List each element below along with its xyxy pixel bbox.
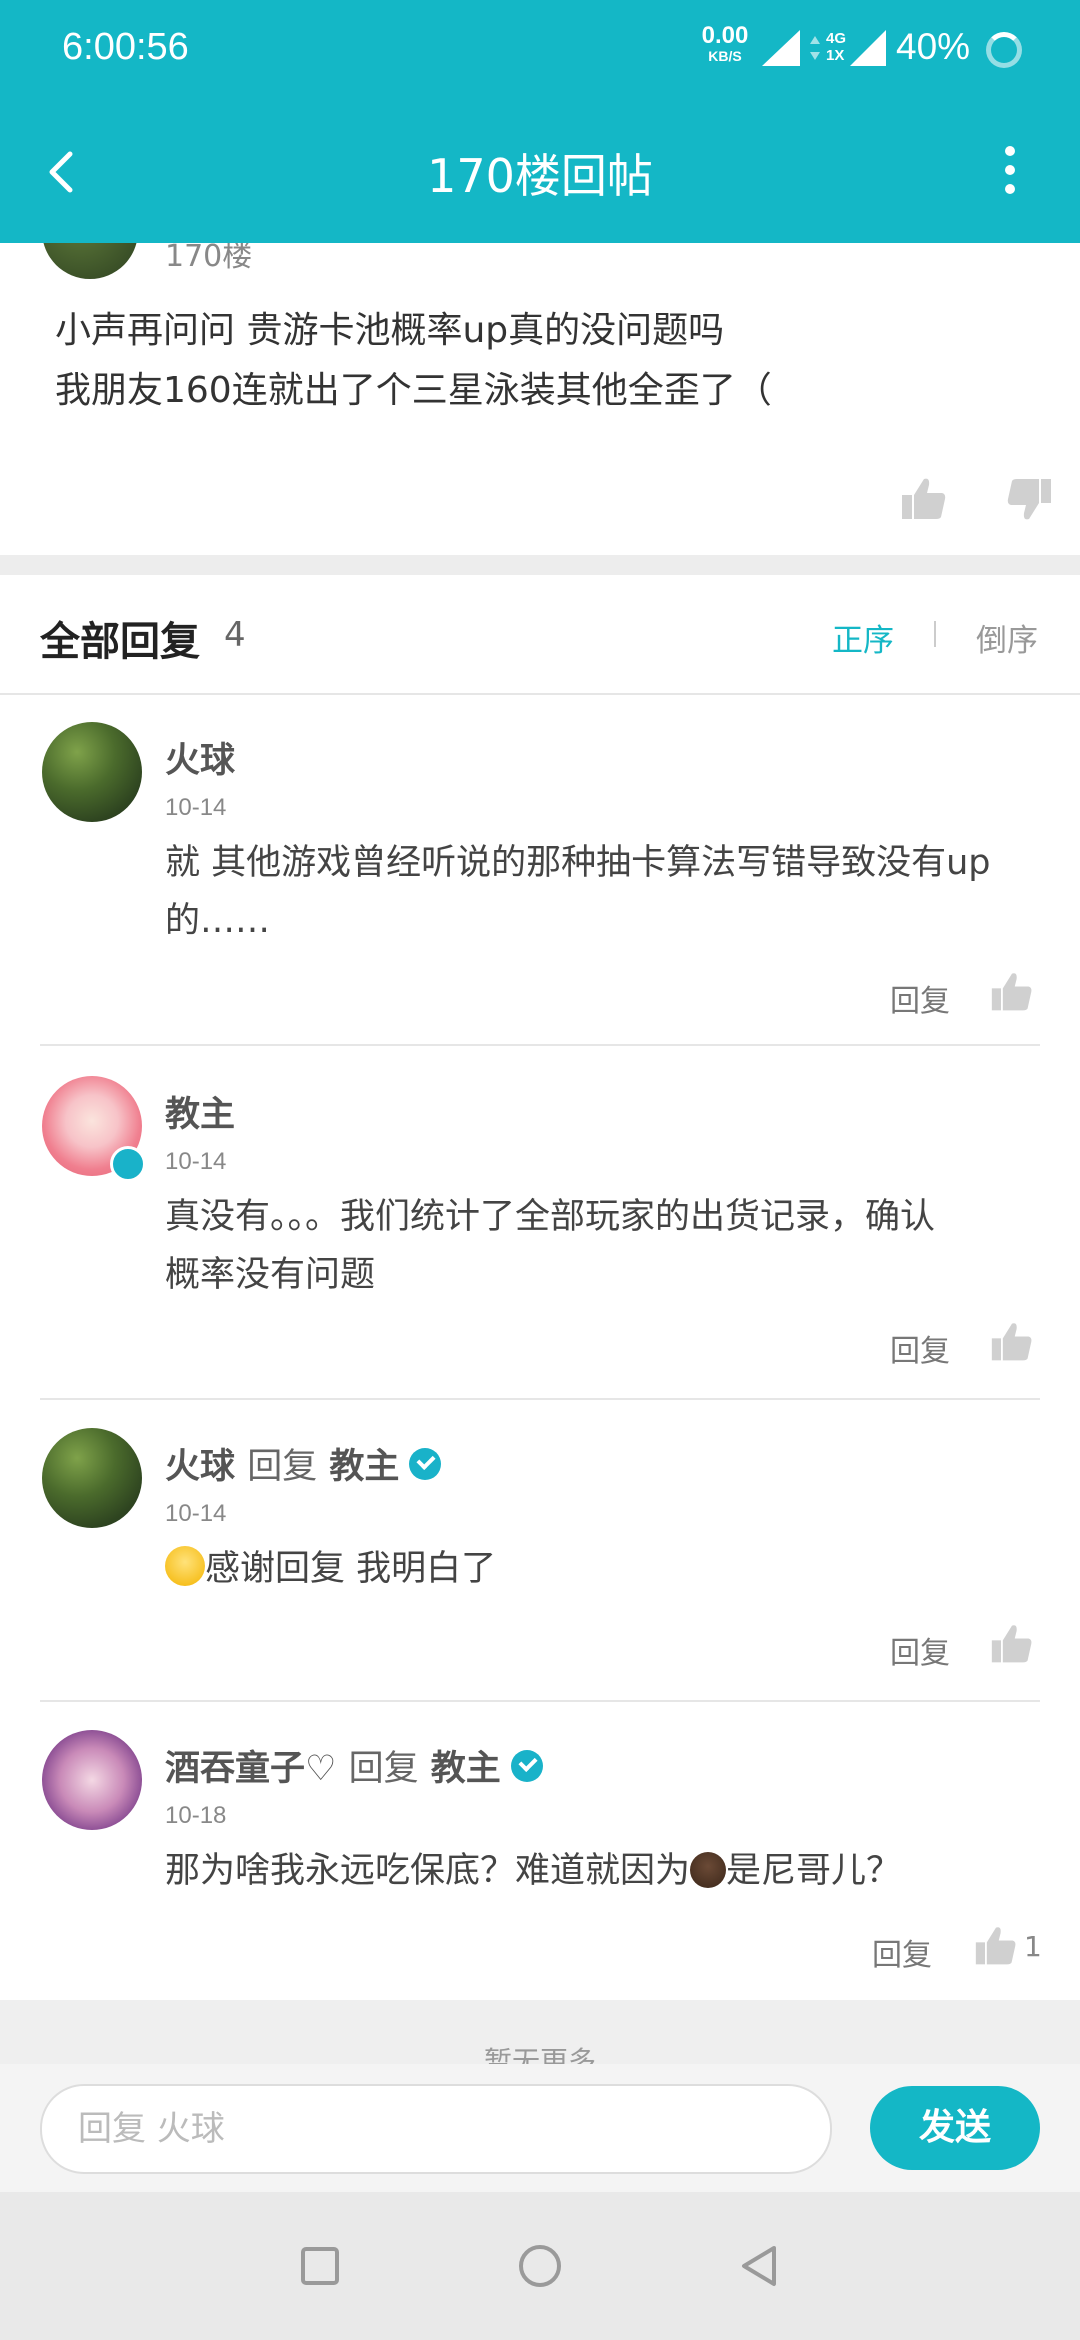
reply-item: 教主 10-14 真没有。。。我们统计了全部玩家的出货记录，确认 概率没有问题 … [0, 1076, 1080, 1400]
reply-content: 那为啥我永远吃保底？难道就因为 是尼哥儿？ [165, 1851, 902, 1891]
reply-date: 10-14 [165, 1500, 227, 1527]
reply-input-bar: 发送 [0, 2064, 1080, 2192]
signal-icon-2 [850, 30, 886, 66]
reply-item: 火球 10-14 就 其他游戏曾经听说的那种抽卡算法写错导致没有up 的…… 回… [0, 722, 1080, 1046]
back-triangle-icon[interactable] [730, 2236, 790, 2296]
floor-number: 170楼 [165, 243, 253, 274]
avatar[interactable] [42, 1730, 142, 1830]
replies-label: 全部回复 [40, 619, 200, 665]
post-body: 小声再问问 贵游卡池概率up真的没问题吗 我朋友160连就出了个三星泳装其他全歪… [55, 310, 772, 411]
reply-author[interactable]: 火球 [165, 732, 235, 783]
network-type: 4G 1X [826, 30, 847, 64]
face-emoji-icon [690, 1852, 727, 1888]
verified-badge-icon [510, 1750, 543, 1782]
page-title: 170楼回帖 [427, 149, 653, 203]
reply-item: 酒吞童子♡ 回复 教主 10-18 那为啥我永远吃保底？难道就因为 是尼哥儿？ 回… [0, 1730, 1080, 2000]
reply-button[interactable]: 回复 [890, 1628, 950, 1672]
like-count: 1 [1024, 1930, 1042, 1963]
avatar [42, 243, 138, 279]
recents-square-icon[interactable] [290, 2236, 350, 2296]
thumbs-up-icon[interactable] [990, 970, 1034, 1014]
reply-button[interactable]: 回复 [890, 1326, 950, 1370]
avatar[interactable] [42, 1428, 142, 1528]
replies-header: 全部回复 4 正序 倒序 [0, 575, 1080, 695]
row-divider [40, 1700, 1040, 1702]
reply-date: 10-14 [165, 794, 227, 821]
replies-count: 4 [224, 615, 246, 655]
status-time: 6:00:56 [62, 26, 189, 68]
reply-button[interactable]: 回复 [872, 1930, 932, 1974]
thumbs-down-icon[interactable] [1005, 475, 1053, 523]
verified-badge-icon [110, 1146, 146, 1182]
reply-to-label: 回复 [247, 1447, 318, 1487]
thumbs-up-icon[interactable] [990, 1622, 1034, 1666]
more-vertical-icon[interactable] [990, 146, 1030, 196]
signal-icon [762, 30, 800, 66]
status-bar: 6:00:56 0.00 KB/S 4G 1X 40% [0, 0, 1080, 100]
reply-item: 火球 回复 教主 10-14 感谢回复 我明白了 回复 [0, 1428, 1080, 1702]
battery-level: 40% [896, 26, 971, 67]
net-speed: 0.00 KB/S [701, 22, 749, 65]
system-nav-bar [0, 2192, 1080, 2340]
reply-date: 10-18 [165, 1802, 227, 1829]
reply-content: 真没有。。。我们统计了全部玩家的出货记录，确认 概率没有问题 [165, 1197, 936, 1295]
reply-author[interactable]: 教主 [165, 1086, 235, 1137]
row-divider [40, 1398, 1040, 1400]
sweat-smile-emoji-icon [165, 1546, 205, 1586]
reply-author-line: 酒吞童子♡ 回复 教主 [165, 1740, 543, 1791]
reply-target[interactable]: 教主 [431, 1749, 501, 1789]
reply-date: 10-14 [165, 1148, 227, 1175]
reply-author-line: 火球 回复 教主 [165, 1438, 442, 1489]
reply-content: 就 其他游戏曾经听说的那种抽卡算法写错导致没有up 的…… [165, 843, 991, 941]
thumbs-up-icon[interactable] [990, 1320, 1034, 1364]
reply-button[interactable]: 回复 [890, 976, 950, 1020]
data-arrows-icon [810, 36, 820, 60]
section-divider [0, 555, 1080, 575]
original-post: 170楼 小声再问问 贵游卡池概率up真的没问题吗 我朋友160连就出了个三星泳… [0, 243, 1080, 555]
reply-input[interactable] [42, 2086, 824, 2172]
no-more-banner: 暂无更多 [0, 2000, 1080, 2064]
no-more-text: 暂无更多 [483, 2045, 596, 2064]
row-divider [40, 1044, 1040, 1046]
sort-separator [934, 621, 936, 647]
home-circle-icon[interactable] [510, 2236, 570, 2296]
reply-author[interactable]: 酒吞童子♡ [165, 1749, 336, 1789]
reply-target[interactable]: 教主 [329, 1447, 399, 1487]
thumbs-up-icon[interactable] [974, 1924, 1018, 1968]
verified-badge-icon [409, 1448, 442, 1480]
sort-descending-button[interactable]: 倒序 [976, 615, 1038, 660]
app-header: 170楼回帖 [0, 100, 1080, 243]
send-button[interactable]: 发送 [870, 2086, 1040, 2170]
reply-content: 感谢回复 我明白了 [165, 1540, 1045, 1598]
reply-input-wrapper [40, 2084, 832, 2174]
reply-author[interactable]: 火球 [165, 1447, 235, 1487]
reply-to-label: 回复 [348, 1749, 419, 1789]
thumbs-up-icon[interactable] [900, 475, 948, 523]
avatar[interactable] [42, 722, 142, 822]
battery-icon [986, 32, 1022, 68]
sort-ascending-button[interactable]: 正序 [832, 615, 894, 660]
